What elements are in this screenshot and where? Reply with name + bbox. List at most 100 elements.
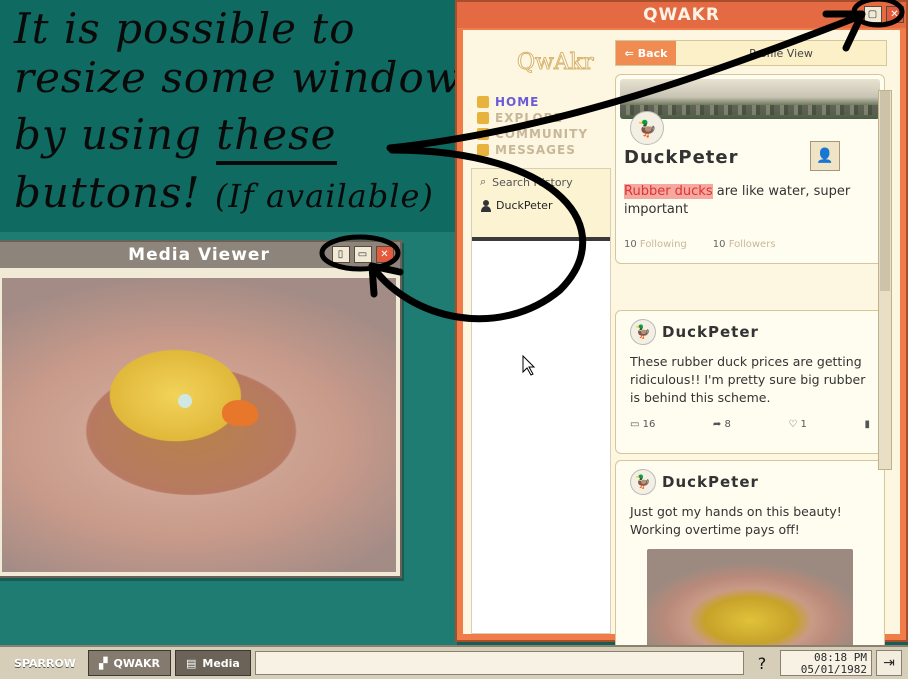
- annotation-line-3-prefix: by using: [14, 110, 202, 159]
- qwakr-nav: HOME EXPLORE COMMUNITY MESSAGES: [477, 94, 588, 158]
- close-button[interactable]: ✕: [376, 246, 394, 263]
- nav-item-label: COMMUNITY: [495, 127, 589, 141]
- explore-icon: [477, 112, 489, 124]
- help-icon: ?: [757, 653, 767, 673]
- maximize-icon: ▢: [867, 9, 879, 20]
- profile-view: ⇐ Back Profile View 🦆 DuckPeter 👤 Rubber…: [615, 40, 887, 679]
- add-friend-button[interactable]: 👤: [810, 141, 840, 171]
- add-user-icon: 👤: [816, 148, 834, 164]
- post-card: 🦆 DuckPeter These rubber duck prices are…: [615, 310, 885, 454]
- close-icon: ✕: [380, 249, 390, 260]
- annotation-line-1: It is possible to: [14, 4, 356, 53]
- bookmark-button[interactable]: ▮: [864, 419, 870, 430]
- qwakr-titlebar[interactable]: QWAKR ▢ ✕: [457, 2, 906, 28]
- qwakr-window: QWAKR ▢ ✕ QwAkr HOME EXPLORE COMMUNITY M…: [455, 0, 908, 679]
- community-icon: [477, 128, 489, 140]
- profile-view-title: Profile View: [749, 46, 813, 60]
- back-label: Back: [637, 46, 668, 60]
- nav-item-home[interactable]: HOME: [477, 94, 588, 110]
- annotation-line-3: by using these: [14, 110, 337, 165]
- duck-avatar-icon: 🦆: [634, 474, 652, 490]
- post-card: 🦆 DuckPeter Just got my hands on this be…: [615, 460, 885, 679]
- clock-date: 05/01/1982: [800, 663, 867, 676]
- logout-button[interactable]: ⇥: [876, 650, 902, 676]
- user-icon: [480, 199, 492, 212]
- nav-item-messages[interactable]: MESSAGES: [477, 142, 588, 158]
- minimize-icon: ▯: [337, 249, 345, 260]
- qwakr-logo: QwAkr: [517, 50, 595, 76]
- heart-icon: ♡: [788, 419, 798, 430]
- annotation-line-4: buttons! (If available): [14, 170, 434, 219]
- taskbar-empty-area: [254, 651, 744, 675]
- search-history-panel: ⌕ Search History DuckPeter: [471, 168, 611, 634]
- avatar[interactable]: 🦆: [630, 469, 656, 495]
- nav-item-label: EXPLORE: [495, 111, 564, 125]
- duck-eye: [178, 394, 192, 408]
- duck-avatar-icon: 🦆: [634, 324, 652, 340]
- search-icon: ⌕: [480, 175, 487, 188]
- bio-highlight: Rubber ducks: [624, 184, 713, 199]
- profile-stats: 10 Following 10 Followers: [624, 239, 776, 250]
- following-stat[interactable]: 10 Following: [624, 239, 687, 250]
- following-count: 10: [624, 239, 637, 250]
- like-count: 1: [800, 419, 807, 430]
- nav-item-community[interactable]: COMMUNITY: [477, 126, 588, 142]
- repost-count: 8: [724, 419, 731, 430]
- search-history-header: ⌕ Search History DuckPeter: [472, 169, 610, 241]
- repost-button[interactable]: ➦ 8: [713, 419, 731, 430]
- close-button[interactable]: ✕: [886, 6, 904, 23]
- history-item[interactable]: DuckPeter: [480, 199, 602, 212]
- profile-name: DuckPeter: [624, 147, 739, 168]
- qwakr-body: QwAkr HOME EXPLORE COMMUNITY MESSAGES ⌕ …: [463, 30, 900, 679]
- scrollbar-thumb[interactable]: [880, 91, 890, 291]
- duck-avatar-icon: 🦆: [637, 118, 657, 138]
- like-button[interactable]: ♡ 1: [788, 419, 807, 430]
- logout-icon: ⇥: [883, 655, 895, 671]
- profile-banner: [620, 79, 880, 119]
- comment-button[interactable]: ▭ 16: [630, 419, 655, 430]
- post-actions: ▭ 16 ➦ 8 ♡ 1 ▮: [630, 419, 870, 430]
- maximize-button[interactable]: ▢: [864, 6, 882, 23]
- post-header: 🦆 DuckPeter: [630, 319, 870, 345]
- avatar[interactable]: 🦆: [630, 111, 664, 145]
- scrollbar[interactable]: [878, 90, 892, 470]
- post-header: 🦆 DuckPeter: [630, 469, 870, 495]
- taskbar-item-label: Media: [202, 656, 240, 670]
- followers-stat[interactable]: 10 Followers: [713, 239, 776, 250]
- back-button[interactable]: ⇐ Back: [616, 41, 676, 65]
- annotation-line-4-note: (If available): [214, 177, 434, 215]
- arrow-left-icon: ⇐: [624, 46, 634, 60]
- annotation-emphasis: these: [216, 110, 337, 165]
- messages-icon: [477, 144, 489, 156]
- comment-icon: ▭: [630, 419, 640, 430]
- media-viewer-window: Media Viewer ▯ ▭ ✕: [0, 240, 402, 578]
- post-author[interactable]: DuckPeter: [662, 473, 759, 491]
- duck-beak: [222, 400, 258, 426]
- media-titlebar[interactable]: Media Viewer ▯ ▭ ✕: [0, 242, 400, 268]
- document-icon: ▤: [185, 656, 197, 670]
- comment-count: 16: [642, 419, 656, 430]
- nav-item-explore[interactable]: EXPLORE: [477, 110, 588, 126]
- nav-item-label: HOME: [495, 95, 540, 109]
- qwakr-title: QWAKR: [643, 5, 720, 25]
- taskbar: SPARROW ▞ QWAKR ▤ Media ? 08:18 PM 05/01…: [0, 645, 908, 679]
- following-label: Following: [639, 239, 687, 250]
- followers-count: 10: [712, 239, 726, 250]
- media-image: [2, 278, 396, 572]
- followers-label: Followers: [728, 239, 776, 250]
- minimize-button[interactable]: ▯: [332, 246, 350, 263]
- avatar[interactable]: 🦆: [630, 319, 656, 345]
- maximize-button[interactable]: ▭: [354, 246, 372, 263]
- taskbar-item-label: QWAKR: [113, 656, 160, 670]
- profile-bio: Rubber ducks are like water, super impor…: [624, 183, 882, 219]
- help-button[interactable]: ?: [748, 650, 776, 676]
- annotation-panel: It is possible to resize some windows by…: [0, 0, 483, 232]
- start-button[interactable]: SPARROW: [6, 657, 84, 670]
- history-item-label: DuckPeter: [496, 199, 553, 212]
- taskbar-item-media[interactable]: ▤ Media: [174, 650, 251, 676]
- post-author[interactable]: DuckPeter: [662, 323, 759, 341]
- taskbar-item-qwakr[interactable]: ▞ QWAKR: [88, 650, 171, 676]
- search-history-button[interactable]: ⌕ Search History: [480, 175, 602, 189]
- bookmark-icon: ▮: [864, 419, 870, 430]
- close-icon: ✕: [890, 9, 900, 20]
